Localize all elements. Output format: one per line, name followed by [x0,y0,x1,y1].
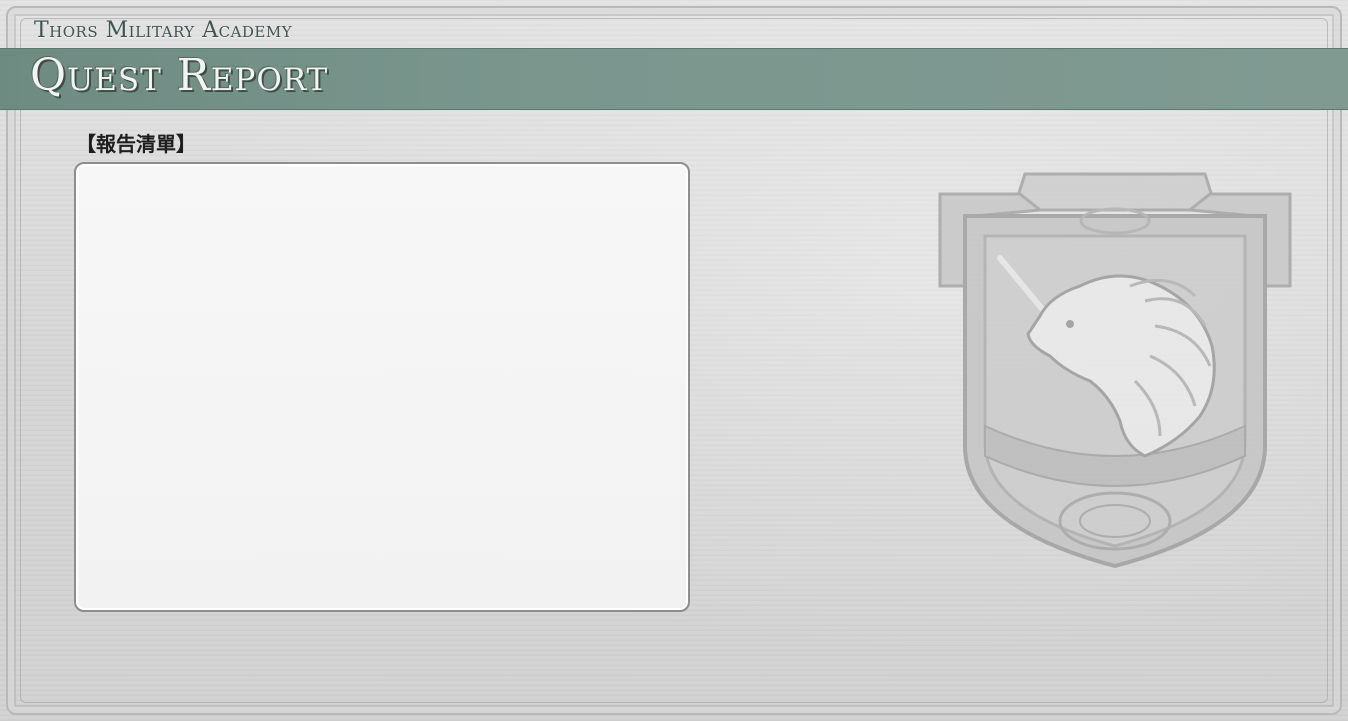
unicorn-crest-icon [930,166,1300,576]
academy-name: Thors Military Academy [34,18,293,43]
report-list-panel[interactable] [74,162,690,612]
quest-report-screen: Thors Military Academy Quest Report 【報告清… [0,0,1348,721]
screen-title: Quest Report [30,50,329,101]
report-list-label: 【報告清單】 [76,132,196,156]
